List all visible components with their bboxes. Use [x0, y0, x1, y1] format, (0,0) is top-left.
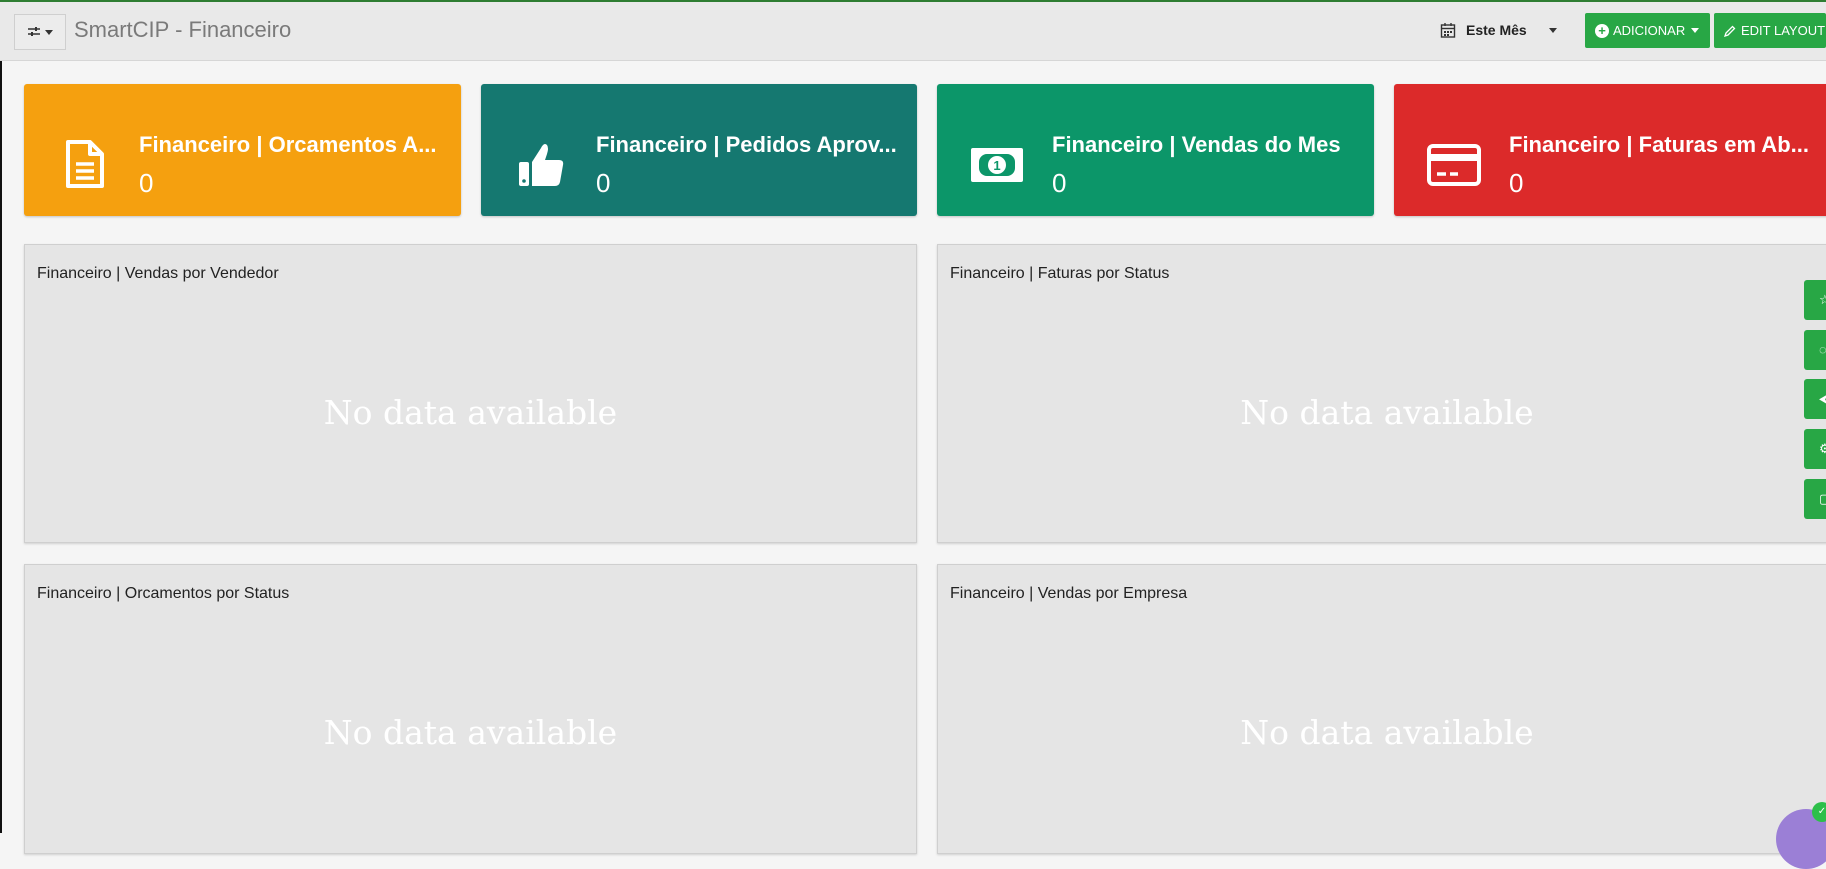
kpi-title: Financeiro | Vendas do Mes [1052, 132, 1341, 157]
period-label: Este Mês [1466, 22, 1527, 38]
star-icon: ☆ [1819, 292, 1826, 307]
kpi-card-vendas[interactable]: 1 Financeiro | Vendas do Mes 0 [937, 84, 1374, 216]
add-button-label: ADICIONAR [1613, 23, 1686, 38]
add-button[interactable]: + ADICIONAR [1585, 13, 1710, 48]
kpi-value: 0 [139, 168, 154, 198]
edit-layout-button[interactable]: EDIT LAYOUT [1714, 13, 1826, 48]
chevron-down-icon [1691, 28, 1700, 33]
side-settings-button[interactable]: ⚙ [1804, 429, 1826, 469]
money-bill-icon: 1 [971, 148, 1023, 182]
no-data-message: No data available [1240, 393, 1534, 432]
side-screen-button[interactable]: ▢ [1804, 479, 1826, 519]
kpi-card-orcamentos[interactable]: Financeiro | Orcamentos A... 0 [24, 84, 461, 216]
no-data-message: No data available [1240, 713, 1534, 752]
panel-vendas-por-vendedor: Financeiro | Vendas por Vendedor No data… [24, 244, 917, 543]
share-icon: ⮜ [1819, 391, 1826, 406]
side-refresh-button[interactable]: ◌ [1804, 330, 1826, 370]
top-bar: SmartCIP - Financeiro Este Mês + ADICION… [0, 0, 1826, 61]
side-share-button[interactable]: ⮜ [1804, 379, 1826, 419]
kpi-value: 0 [1509, 168, 1524, 198]
kpi-card-faturas[interactable]: Financeiro | Faturas em Ab... 0 [1394, 84, 1826, 216]
svg-text:1: 1 [993, 158, 1000, 173]
window-edge [0, 0, 2, 833]
thumbs-up-icon [519, 144, 564, 186]
period-select[interactable]: Este Mês [1440, 12, 1562, 48]
panel-vendas-por-empresa: Financeiro | Vendas por Empresa No data … [937, 564, 1826, 854]
page-title: SmartCIP - Financeiro [74, 17, 292, 42]
dashboard-settings-button[interactable] [14, 14, 66, 50]
kpi-title: Financeiro | Faturas em Ab... [1509, 132, 1809, 157]
no-data-message: No data available [323, 713, 618, 752]
screen-icon: ▢ [1819, 491, 1826, 506]
credit-card-icon [1427, 144, 1481, 186]
document-icon [66, 140, 104, 188]
chevron-down-icon [45, 29, 53, 35]
kpi-card-pedidos[interactable]: Financeiro | Pedidos Aprov... 0 [481, 84, 917, 216]
kpi-value: 0 [596, 168, 611, 198]
no-data-message: No data available [323, 393, 618, 432]
kpi-title: Financeiro | Pedidos Aprov... [596, 132, 897, 157]
panel-orcamentos-por-status: Financeiro | Orcamentos por Status No da… [24, 564, 917, 854]
edit-layout-label: EDIT LAYOUT [1741, 23, 1826, 38]
panel-title: Financeiro | Vendas por Empresa [950, 585, 1188, 602]
refresh-icon: ◌ [1819, 342, 1826, 357]
chevron-down-icon [1548, 27, 1557, 33]
plus-circle-icon: + [1595, 23, 1609, 38]
chat-status-badge: ✓ [1812, 802, 1826, 822]
calendar-icon [1440, 23, 1456, 38]
panel-faturas-por-status: Financeiro | Faturas por Status No data … [937, 244, 1826, 543]
panel-title: Financeiro | Orcamentos por Status [37, 585, 290, 602]
gear-icon: ⚙ [1819, 441, 1826, 456]
kpi-value: 0 [1052, 168, 1067, 198]
kpi-title: Financeiro | Orcamentos A... [139, 132, 437, 157]
panel-title: Financeiro | Faturas por Status [950, 265, 1170, 282]
pencil-icon [1724, 25, 1736, 37]
sliders-icon [28, 27, 40, 36]
panel-title: Financeiro | Vendas por Vendedor [37, 265, 279, 282]
side-star-button[interactable]: ☆ [1804, 280, 1826, 320]
